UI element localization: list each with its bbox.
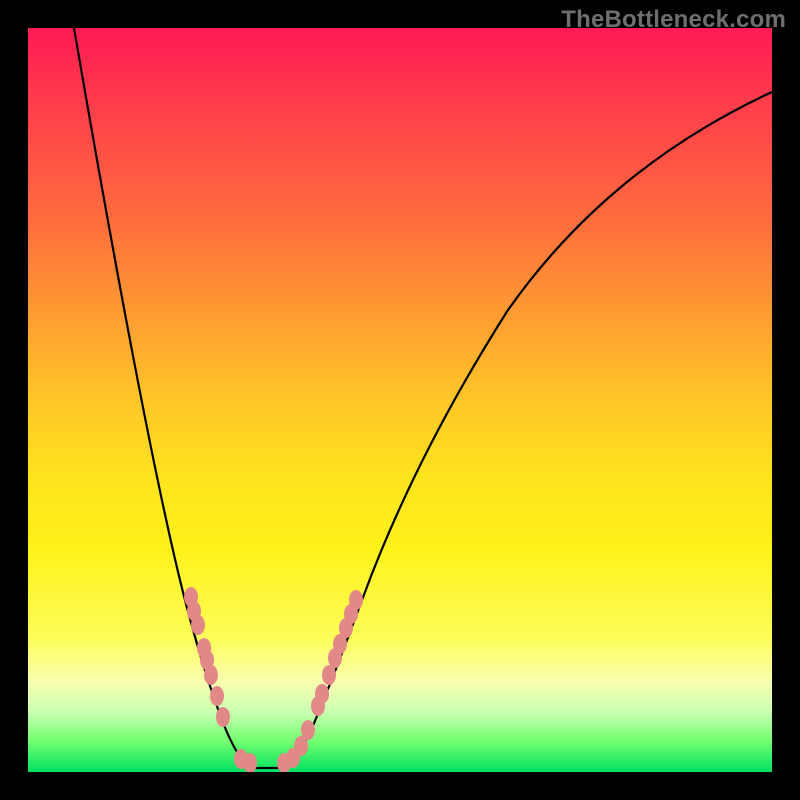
curve-markers [184,587,363,772]
chart-svg [28,28,772,772]
curve-marker [216,707,230,727]
bottleneck-curve [74,28,772,768]
curve-marker [191,615,205,635]
watermark-text: TheBottleneck.com [561,6,786,34]
chart-plot-area [28,28,772,772]
curve-marker [315,684,329,704]
curve-marker [210,686,224,706]
curve-marker [349,590,363,610]
curve-marker [322,665,336,685]
chart-frame: TheBottleneck.com [0,0,800,800]
curve-marker [301,720,315,740]
curve-marker [204,665,218,685]
